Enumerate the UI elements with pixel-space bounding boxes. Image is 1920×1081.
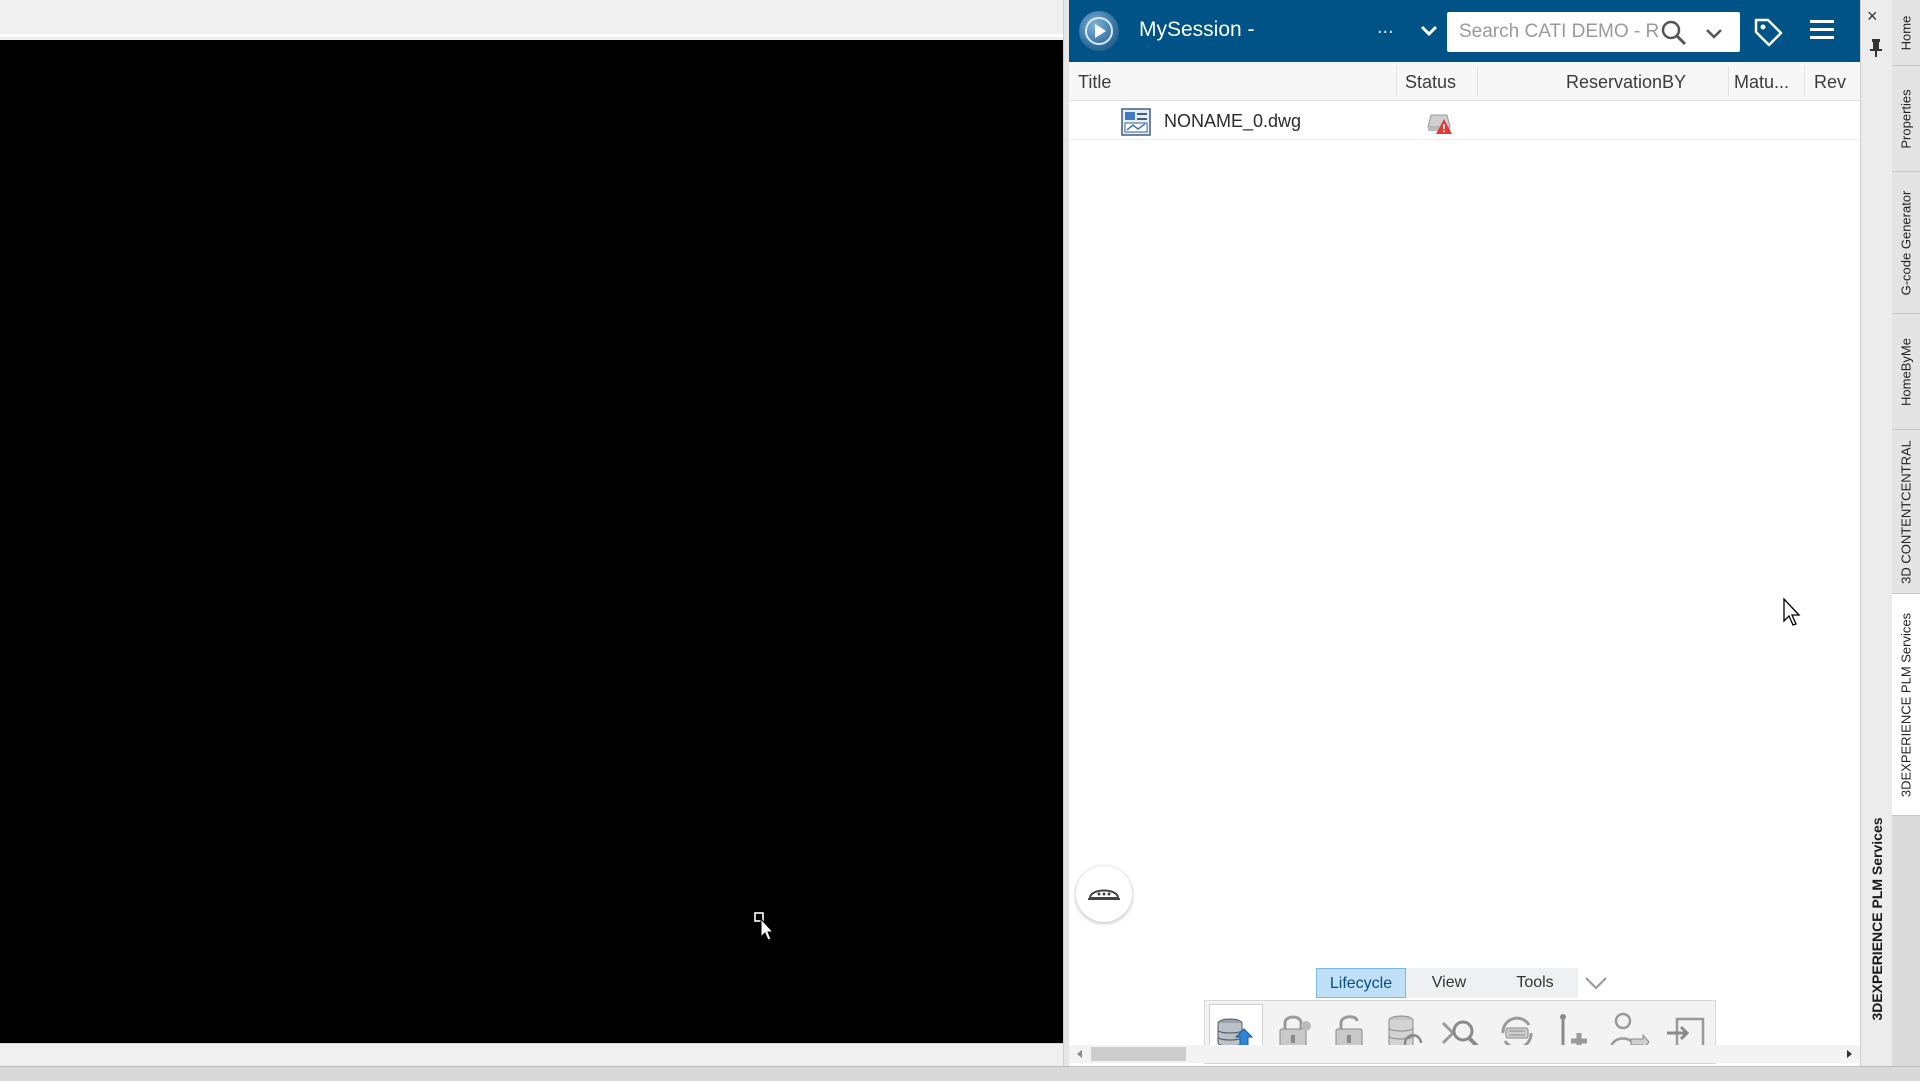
close-button[interactable]: × [1867, 6, 1878, 27]
sidetab-home[interactable]: Home [1892, 0, 1920, 66]
session-title: MySession - [1139, 18, 1255, 41]
panel-title-label: 3DEXPERIENCE PLM Services [1869, 817, 1885, 1021]
tag-icon[interactable] [1752, 16, 1784, 53]
compass-icon[interactable] [1079, 11, 1119, 51]
column-header-status[interactable]: Status [1405, 72, 1456, 93]
column-header-maturity[interactable]: Matu... [1734, 72, 1789, 93]
canvas-cursor [754, 912, 776, 947]
chat-bubble-icon [1088, 889, 1120, 900]
assistant-button[interactable] [1076, 866, 1132, 922]
search-input[interactable] [1459, 21, 1659, 43]
panel-header: MySession - ... [1069, 0, 1860, 62]
scroll-left-icon[interactable] [1075, 1049, 1085, 1059]
plm-services-panel: MySession - ... Title Status Reservation… [1069, 0, 1860, 1066]
sidetab-3d-contentcentral[interactable]: 3D CONTENTCENTRAL [1892, 430, 1920, 594]
chevron-down-icon[interactable] [1583, 974, 1609, 992]
file-title[interactable]: NONAME_0.dwg [1164, 111, 1301, 132]
status-bar [0, 1066, 1920, 1081]
palette-side-tabs: Home Properties G-code Generator HomeByM… [1892, 0, 1920, 1066]
column-header-reservationby[interactable]: ReservationBY [1566, 72, 1686, 93]
scroll-right-icon[interactable] [1844, 1049, 1854, 1059]
tab-tools[interactable]: Tools [1492, 968, 1578, 998]
tab-view[interactable]: View [1406, 968, 1492, 998]
chevron-down-icon [1420, 25, 1438, 37]
table-header: Title Status ReservationBY Matu... Rev [1069, 62, 1860, 101]
search-icon[interactable] [1660, 19, 1688, 47]
drawing-area-top-strip [0, 0, 1063, 37]
session-ellipsis: ... [1377, 16, 1394, 38]
drawing-area-bottom-strip [0, 1043, 1063, 1067]
chevron-down-icon[interactable] [1702, 22, 1726, 44]
column-header-revision[interactable]: Rev [1814, 72, 1846, 93]
session-dropdown-button[interactable] [1414, 14, 1444, 46]
scrollbar-thumb[interactable] [1091, 1047, 1186, 1061]
menu-icon[interactable] [1810, 18, 1834, 47]
sidetab-homebyme[interactable]: HomeByMe [1892, 314, 1920, 430]
warning-status-icon [1427, 114, 1452, 134]
dwg-file-icon [1121, 108, 1151, 136]
panel-title-rail: × 3DEXPERIENCE PLM Services [1860, 0, 1892, 1066]
sidetab-3dexperience-plm-services[interactable]: 3DEXPERIENCE PLM Services [1892, 594, 1920, 816]
mouse-cursor [1782, 597, 1804, 632]
sidetab-properties[interactable]: Properties [1892, 66, 1920, 172]
search-box[interactable] [1447, 12, 1740, 52]
table-row[interactable]: NONAME_0.dwg [1069, 101, 1860, 140]
column-header-title[interactable]: Title [1078, 72, 1111, 93]
tab-lifecycle[interactable]: Lifecycle [1316, 968, 1406, 998]
drawing-canvas[interactable] [0, 40, 1063, 1043]
sidetab-gcode-generator[interactable]: G-code Generator [1892, 172, 1920, 314]
pin-icon[interactable] [1869, 38, 1883, 58]
horizontal-scrollbar[interactable] [1069, 1045, 1860, 1063]
